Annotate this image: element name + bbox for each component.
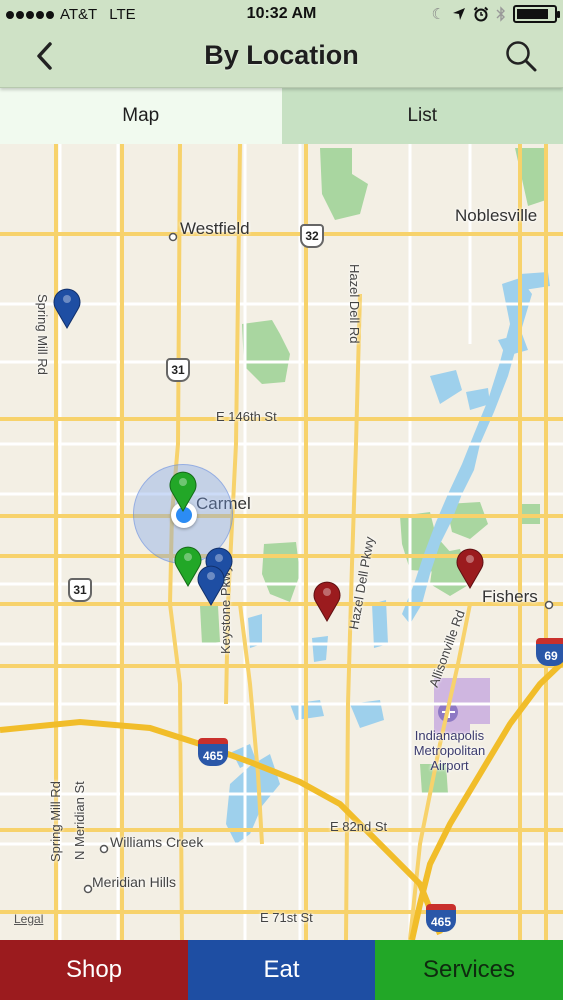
- i-465-shield-east: 465: [426, 904, 456, 932]
- battery-icon: [513, 5, 560, 23]
- view-tabs: Map List: [0, 88, 563, 144]
- eat-location-pin[interactable]: [52, 285, 82, 329]
- town-dot-icon: [83, 884, 93, 894]
- location-arrow-icon: [453, 8, 465, 20]
- category-bar: Shop Eat Services: [0, 940, 563, 1000]
- bluetooth-icon: [496, 6, 505, 22]
- road-label-spring-mill-top: Spring Mill Rd: [35, 294, 50, 375]
- us-31-shield-south: 31: [68, 578, 92, 602]
- shop-location-pin[interactable]: [455, 545, 485, 589]
- shop-button[interactable]: Shop: [0, 940, 188, 1000]
- road-label-n-meridian: N Meridian St: [72, 781, 87, 860]
- services-button[interactable]: Services: [375, 940, 563, 1000]
- us-31-shield-north: 31: [166, 358, 190, 382]
- in-32-shield: 32: [300, 224, 324, 248]
- top-bar: AT&T LTE 10:32 AM ☾ By Location: [0, 0, 563, 88]
- nav-bar: By Location: [0, 30, 563, 88]
- map-label-fishers: Fishers: [482, 587, 538, 606]
- i-69-shield: 69: [536, 638, 563, 666]
- page-title: By Location: [204, 40, 359, 70]
- status-bar: AT&T LTE 10:32 AM ☾: [0, 0, 563, 30]
- town-dot-icon: [99, 844, 109, 854]
- map-label-airport: Indianapolis Metropolitan Airport: [413, 728, 486, 773]
- tab-map[interactable]: Map: [0, 88, 282, 144]
- tab-list[interactable]: List: [281, 88, 563, 144]
- road-label-e146: E 146th St: [216, 409, 277, 424]
- map-label-westfield: Westfield: [180, 219, 250, 238]
- legal-link[interactable]: Legal: [14, 912, 43, 926]
- road-label-e82: E 82nd St: [330, 819, 388, 834]
- alarm-icon: [473, 6, 489, 22]
- town-dot-icon: [168, 232, 178, 242]
- map-label-meridian-hills: Meridian Hills: [92, 874, 177, 890]
- moon-icon: ☾: [431, 6, 445, 23]
- eat-button[interactable]: Eat: [188, 940, 375, 1000]
- search-icon: [506, 41, 537, 72]
- town-dot-icon: [544, 600, 554, 610]
- map-view[interactable]: Westfield Noblesville Carmel Fishers Ind…: [0, 144, 563, 940]
- road-label-hazel-dell-rd: Hazel Dell Rd: [347, 264, 362, 344]
- eat-location-pin[interactable]: [196, 562, 226, 606]
- i-465-shield-west: 465: [198, 738, 228, 766]
- road-label-e71: E 71st St: [260, 910, 313, 925]
- shop-location-pin[interactable]: [312, 578, 342, 622]
- map-label-noblesville: Noblesville: [455, 206, 538, 225]
- services-location-pin[interactable]: [168, 468, 198, 512]
- road-label-spring-mill-bottom: Spring Mill Rd: [48, 781, 63, 862]
- status-right: ☾: [431, 5, 560, 23]
- search-button[interactable]: [501, 36, 541, 76]
- map-label-williams-creek: Williams Creek: [110, 834, 204, 850]
